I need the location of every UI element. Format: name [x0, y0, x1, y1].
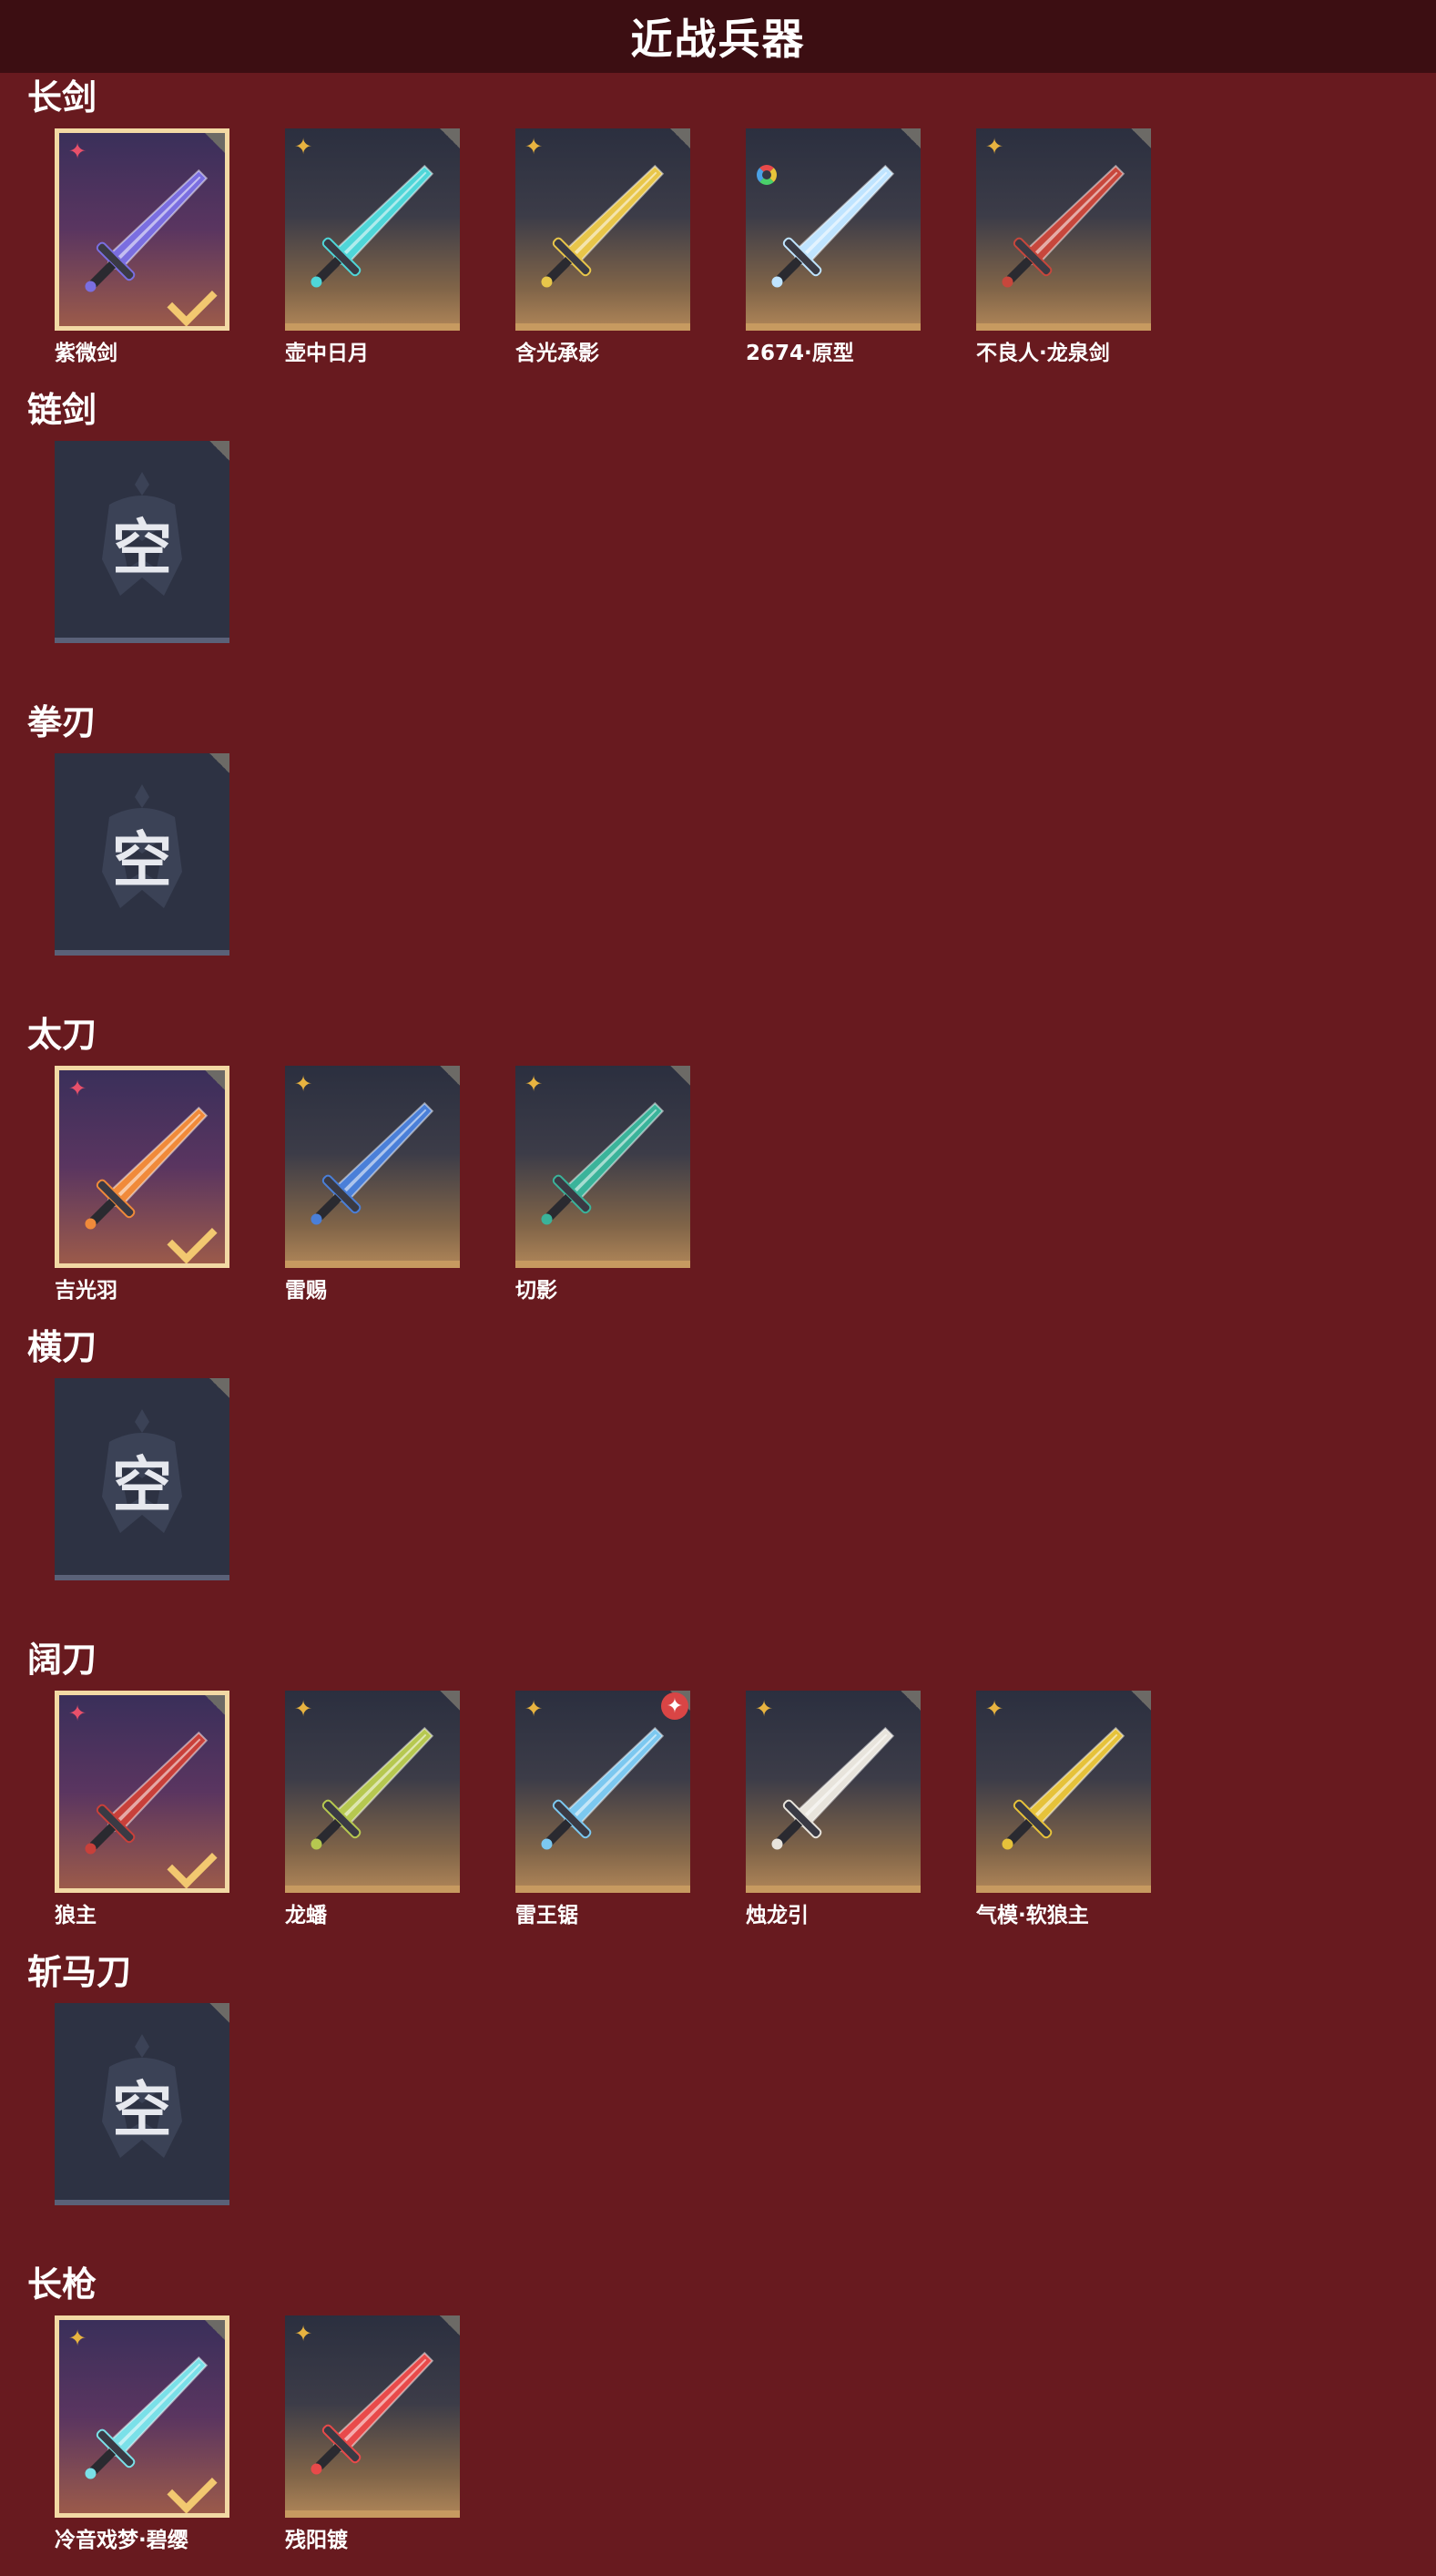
weapon-name: 吉光羽 [55, 1279, 117, 1303]
weapon-slot[interactable]: ✦ 雷赐 [285, 1066, 460, 1304]
weapon-section: 长枪 ✦ 冷音戏梦·碧缨 ✦ 残阳镀 [0, 2264, 1436, 2576]
empty-slot-label: 空 [112, 1450, 172, 1520]
weapon-card[interactable]: 空 [55, 1378, 229, 1580]
weapon-name: 烛龙引 [746, 1904, 809, 1927]
weapon-card[interactable]: ✦ [55, 2315, 229, 2518]
weapon-section: 阔刀 ✦ 狼主 ✦ 龙蟠 ✦ ✦ 雷王锯 ✦ 烛龙引 ✦ 气模·软狼主 [0, 1639, 1436, 1951]
weapon-card[interactable]: 空 [55, 441, 229, 643]
weapon-card[interactable]: ✦ [976, 1691, 1151, 1893]
section-title: 长剑 [27, 77, 97, 118]
page-header: 近战兵器 [0, 0, 1436, 73]
weapon-card[interactable]: ✦ [515, 128, 690, 331]
empty-weapon-slot[interactable]: 空 [55, 753, 229, 992]
rarity-red-star-icon: ✦ [68, 1076, 87, 1101]
empty-weapon-slot[interactable]: 空 [55, 1378, 229, 1617]
rarity-gold-star-icon: ✦ [985, 134, 1004, 159]
empty-slot-label: 空 [112, 513, 172, 583]
weapon-card[interactable]: ✦ [55, 1066, 229, 1268]
weapon-card[interactable]: ✦ [285, 1691, 460, 1893]
weapon-card[interactable]: ✦ [55, 1691, 229, 1893]
weapon-slot[interactable]: 2674·原型 [746, 128, 921, 367]
weapon-slot[interactable]: ✦ 含光承影 [515, 128, 690, 367]
rarity-gold-star-icon: ✦ [294, 2321, 313, 2346]
weapon-section: 长剑 ✦ 紫微剑 ✦ 壶中日月 ✦ 含光承影 2674·原型 ✦ 不良人·龙泉剑 [0, 77, 1436, 389]
corner-mark-icon [209, 753, 229, 773]
special-badge-icon: ✦ [661, 1692, 688, 1720]
section-title: 拳刃 [27, 702, 97, 742]
weapon-slot[interactable]: ✦ 气模·软狼主 [976, 1691, 1151, 1929]
weapon-slot[interactable]: ✦ 烛龙引 [746, 1691, 921, 1929]
weapon-slot[interactable]: ✦ 龙蟠 [285, 1691, 460, 1929]
empty-slot-label: 空 [112, 825, 172, 895]
rarity-ring-icon [757, 165, 777, 185]
weapon-card[interactable] [746, 128, 921, 331]
weapon-section: 拳刃空 [0, 701, 1436, 1014]
section-title: 太刀 [27, 1015, 97, 1055]
weapon-slot[interactable]: ✦ 切影 [515, 1066, 690, 1304]
weapon-card[interactable]: ✦ [515, 1066, 690, 1268]
rarity-gold-star-icon: ✦ [524, 1071, 544, 1097]
weapon-card[interactable]: ✦ [285, 128, 460, 331]
weapon-name: 含光承影 [515, 342, 599, 365]
rarity-gold-star-icon: ✦ [294, 1696, 313, 1722]
rarity-gold-star-icon: ✦ [294, 1071, 313, 1097]
weapon-section: 链剑空 [0, 389, 1436, 701]
weapon-slot[interactable]: ✦ 残阳镀 [285, 2315, 460, 2554]
weapon-name: 壶中日月 [285, 342, 369, 365]
empty-slot-label: 空 [112, 2075, 172, 2145]
light-blade-icon [771, 164, 895, 288]
corner-mark-icon [209, 2003, 229, 2023]
rarity-gold-star-icon: ✦ [68, 2326, 87, 2351]
rarity-red-star-icon: ✦ [68, 138, 87, 164]
weapon-name: 不良人·龙泉剑 [976, 342, 1110, 365]
weapon-slot[interactable]: ✦ ✦ 雷王锯 [515, 1691, 690, 1929]
rarity-gold-star-icon: ✦ [294, 134, 313, 159]
weapon-section: 斩马刀空 [0, 1951, 1436, 2264]
corner-mark-icon [209, 441, 229, 461]
weapon-card[interactable]: ✦ [746, 1691, 921, 1893]
weapon-name: 残阳镀 [285, 2529, 348, 2552]
weapon-slot[interactable]: ✦ 狼主 [55, 1691, 229, 1929]
empty-weapon-slot[interactable]: 空 [55, 441, 229, 680]
weapon-name: 2674·原型 [746, 342, 854, 365]
weapon-name: 狼主 [55, 1904, 97, 1927]
weapon-name: 雷赐 [285, 1279, 327, 1303]
weapon-card[interactable]: 空 [55, 2003, 229, 2205]
weapon-slot[interactable]: ✦ 不良人·龙泉剑 [976, 128, 1151, 367]
rarity-gold-star-icon: ✦ [755, 1696, 774, 1722]
section-title: 斩马刀 [27, 1952, 132, 1992]
weapon-name: 雷王锯 [515, 1904, 578, 1927]
section-title: 长枪 [27, 2264, 97, 2305]
weapon-name: 气模·软狼主 [976, 1904, 1089, 1927]
weapon-section: 横刀空 [0, 1326, 1436, 1639]
weapon-section: 太刀 ✦ 吉光羽 ✦ 雷赐 ✦ 切影 [0, 1014, 1436, 1326]
section-title: 阔刀 [27, 1640, 97, 1680]
weapon-slot[interactable]: ✦ 紫微剑 [55, 128, 229, 367]
empty-weapon-slot[interactable]: 空 [55, 2003, 229, 2242]
weapon-card[interactable]: ✦ [976, 128, 1151, 331]
weapon-name: 龙蟠 [285, 1904, 327, 1927]
weapon-card[interactable]: ✦ [55, 128, 229, 331]
weapon-card[interactable]: ✦ [285, 1066, 460, 1268]
weapon-slot[interactable]: ✦ 壶中日月 [285, 128, 460, 367]
weapon-card[interactable]: ✦ [285, 2315, 460, 2518]
corner-mark-icon [209, 1378, 229, 1398]
rarity-red-star-icon: ✦ [68, 1701, 87, 1726]
rarity-gold-star-icon: ✦ [985, 1696, 1004, 1722]
weapon-slot[interactable]: ✦ 冷音戏梦·碧缨 [55, 2315, 229, 2554]
rarity-gold-star-icon: ✦ [524, 134, 544, 159]
page-title: 近战兵器 [630, 15, 806, 64]
rarity-gold-star-icon: ✦ [524, 1696, 544, 1722]
weapon-slot[interactable]: ✦ 吉光羽 [55, 1066, 229, 1304]
weapon-name: 切影 [515, 1279, 557, 1303]
weapon-name: 冷音戏梦·碧缨 [55, 2529, 188, 2552]
weapon-name: 紫微剑 [55, 342, 117, 365]
weapon-card[interactable]: ✦ ✦ [515, 1691, 690, 1893]
weapon-card[interactable]: 空 [55, 753, 229, 956]
section-title: 横刀 [27, 1327, 97, 1367]
section-title: 链剑 [27, 390, 97, 430]
